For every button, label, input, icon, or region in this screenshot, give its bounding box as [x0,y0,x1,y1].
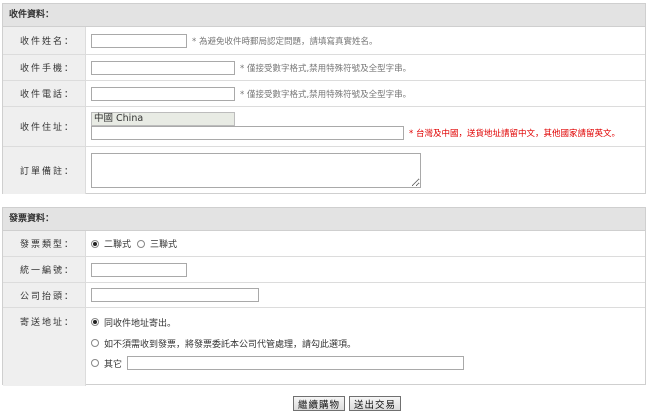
recipient-phone-label: 收件電話： [3,81,86,106]
company-title-label: 公司抬頭： [3,283,86,307]
country-select[interactable]: 中國 China [91,112,235,126]
recipient-mobile-input[interactable] [91,60,235,75]
mailing-same-radio[interactable] [91,318,99,326]
row-company-title: 公司抬頭： [3,283,645,308]
invoice-section: 發票資料： 發票類型： 二聯式 三聯式 統一編號： 公司抬頭： 寄送地址： 同收… [2,207,646,386]
recipient-phone-hint: * 僅接受數字格式,禁用特殊符號及全型字串。 [240,89,412,100]
invoice-type-duplicate-option[interactable]: 二聯式 [91,237,131,250]
recipient-phone-input[interactable] [91,86,235,101]
mailing-other-option[interactable]: 其它 [91,355,645,371]
mailing-custody-radio[interactable] [91,339,99,347]
invoice-type-triplicate-option[interactable]: 三聯式 [137,237,177,250]
recipient-address-label: 收件住址： [3,107,86,146]
invoice-type-label: 發票類型： [3,231,86,256]
mailing-custody-option[interactable]: 如不須需收到發票，將發票委託本公司代管處理，請勾此選項。 [91,336,645,350]
row-recipient-name: 收件姓名： * 為避免收件時郵局認定問題，請填寫真實姓名。 [3,27,645,55]
recipient-section-title: 收件資料： [3,4,645,27]
continue-shopping-button[interactable]: 繼續購物 [292,396,345,411]
order-note-label: 訂單備註： [3,147,86,194]
tax-id-input[interactable] [91,262,187,277]
company-title-input[interactable] [91,288,259,302]
tax-id-label: 統一編號： [3,257,86,282]
row-order-note: 訂單備註： [3,147,645,194]
recipient-mobile-label: 收件手機： [3,55,86,80]
submit-order-button[interactable]: 送出交易 [349,396,402,411]
row-recipient-mobile: 收件手機： * 僅接受數字格式,禁用特殊符號及全型字串。 [3,55,645,81]
row-recipient-address: 收件住址： 中國 China * 台灣及中國，送貨地址請留中文，其他國家請留英文… [3,107,645,147]
recipient-name-hint: * 為避免收件時郵局認定問題，請填寫真實姓名。 [192,36,378,47]
order-note-textarea[interactable] [91,153,421,188]
recipient-mobile-hint: * 僅接受數字格式,禁用特殊符號及全型字串。 [240,63,412,74]
recipient-section: 收件資料： 收件姓名： * 為避免收件時郵局認定問題，請填寫真實姓名。 收件手機… [2,3,646,194]
mailing-other-input[interactable] [127,356,465,370]
row-tax-id: 統一編號： [3,257,645,283]
recipient-address-input[interactable] [91,126,404,140]
invoice-mailing-label: 寄送地址： [3,308,86,386]
mailing-other-radio[interactable] [91,359,99,367]
invoice-type-triplicate-radio[interactable] [137,239,146,248]
recipient-address-hint: * 台灣及中國，送貨地址請留中文，其他國家請留英文。 [409,129,620,139]
recipient-name-input[interactable] [91,33,187,48]
recipient-name-label: 收件姓名： [3,27,86,54]
row-recipient-phone: 收件電話： * 僅接受數字格式,禁用特殊符號及全型字串。 [3,81,645,107]
row-invoice-type: 發票類型： 二聯式 三聯式 [3,231,645,257]
invoice-type-duplicate-radio[interactable] [91,239,99,248]
action-bar: 繼續購物 送出交易 [0,396,650,411]
country-value: 中國 China [94,113,144,124]
row-invoice-mailing: 寄送地址： 同收件地址寄出。 如不須需收到發票，將發票委託本公司代管處理，請勾此… [3,308,645,386]
invoice-section-title: 發票資料： [3,208,645,231]
mailing-same-option[interactable]: 同收件地址寄出。 [91,315,645,329]
